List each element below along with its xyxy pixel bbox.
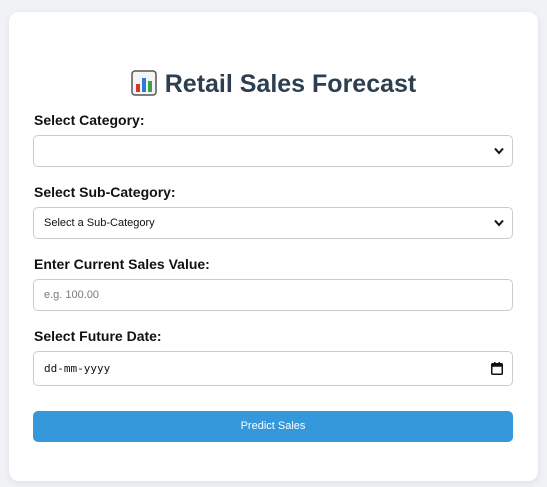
future-date-input[interactable]: dd-mm-yyyy xyxy=(33,351,513,386)
predict-sales-button[interactable]: Predict Sales xyxy=(33,411,513,442)
category-select[interactable] xyxy=(33,135,513,167)
sales-value-input[interactable] xyxy=(34,280,512,310)
forecast-card: Retail Sales Forecast Select Category: S… xyxy=(9,12,538,481)
sales-value-label: Enter Current Sales Value: xyxy=(34,256,210,272)
bar-chart-icon xyxy=(130,70,157,96)
calendar-icon[interactable] xyxy=(491,362,503,375)
future-date-value: dd-mm-yyyy xyxy=(44,362,111,375)
page-title: Retail Sales Forecast xyxy=(9,69,538,99)
sales-value-field[interactable] xyxy=(33,279,513,311)
chevron-down-icon xyxy=(494,219,504,227)
category-label: Select Category: xyxy=(34,112,145,128)
subcategory-select-value: Select a Sub-Category xyxy=(44,217,155,229)
chevron-down-icon xyxy=(494,147,504,155)
subcategory-select[interactable]: Select a Sub-Category xyxy=(33,207,513,239)
subcategory-label: Select Sub-Category: xyxy=(34,184,176,200)
page-title-text: Retail Sales Forecast xyxy=(164,70,417,98)
future-date-label: Select Future Date: xyxy=(34,328,162,344)
